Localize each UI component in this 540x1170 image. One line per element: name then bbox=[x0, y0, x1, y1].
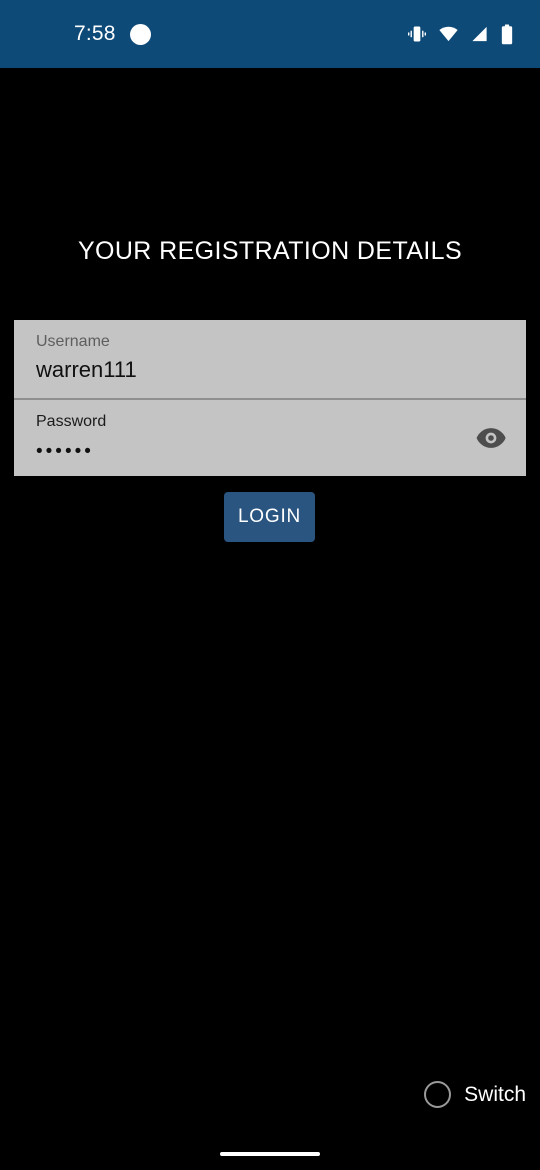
username-input[interactable]: warren111 bbox=[36, 355, 504, 385]
vibrate-icon bbox=[407, 24, 427, 44]
status-bar-left: 7:58 bbox=[74, 22, 151, 46]
registration-form-panel: Username warren111 Password •••••• bbox=[14, 320, 526, 476]
app-content: YOUR REGISTRATION DETAILS Username warre… bbox=[0, 68, 540, 1170]
password-input[interactable]: •••••• bbox=[36, 438, 504, 466]
status-bar-right bbox=[407, 24, 514, 45]
username-label: Username bbox=[36, 333, 110, 350]
notification-dot-icon bbox=[129, 23, 151, 45]
page-title: YOUR REGISTRATION DETAILS bbox=[77, 237, 463, 265]
switch-control[interactable]: Switch bbox=[424, 1081, 526, 1108]
battery-icon bbox=[500, 24, 514, 45]
status-bar-clock: 7:58 bbox=[74, 22, 116, 45]
wifi-icon bbox=[438, 24, 459, 44]
password-field[interactable]: Password •••••• bbox=[14, 398, 526, 476]
switch-label: Switch bbox=[464, 1082, 526, 1106]
password-label: Password bbox=[36, 413, 107, 430]
cellular-signal-icon bbox=[470, 24, 489, 44]
home-indicator[interactable] bbox=[220, 1152, 320, 1156]
eye-icon[interactable] bbox=[474, 421, 508, 455]
status-bar: 7:58 bbox=[0, 0, 540, 68]
radio-circle-icon[interactable] bbox=[424, 1081, 452, 1108]
username-field[interactable]: Username warren111 bbox=[14, 320, 526, 398]
login-button[interactable]: LOGIN bbox=[224, 492, 315, 542]
